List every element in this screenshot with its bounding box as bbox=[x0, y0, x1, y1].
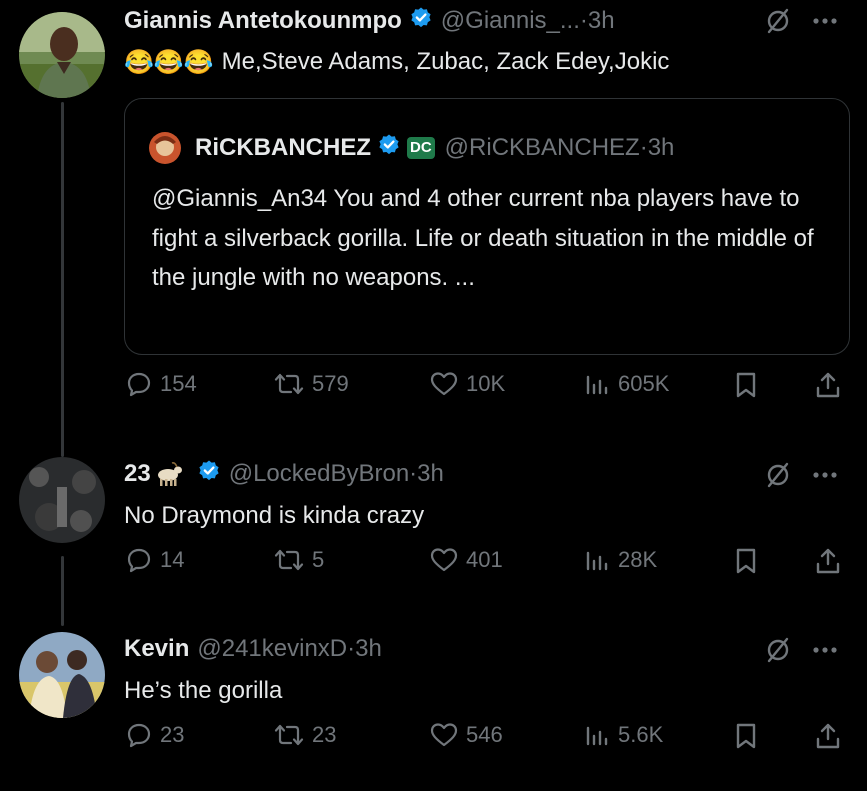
like-action[interactable]: 10K bbox=[430, 371, 505, 397]
post-text-line: 😂😂😂 Me,Steve Adams, Zubac, Zack Edey,Jok… bbox=[124, 45, 669, 79]
avatar[interactable] bbox=[19, 457, 105, 543]
affiliate-badge: DC bbox=[407, 137, 435, 159]
quote-avatar[interactable] bbox=[149, 132, 181, 164]
like-count: 10K bbox=[466, 371, 506, 396]
bookmark-icon bbox=[734, 371, 758, 399]
comment-icon bbox=[126, 547, 152, 573]
analytics-icon bbox=[584, 371, 610, 397]
repost-icon bbox=[274, 722, 304, 748]
slashed-circle-icon[interactable] bbox=[764, 461, 792, 489]
share-icon bbox=[814, 722, 842, 750]
quote-handle[interactable]: @RiCKBANCHEZ bbox=[445, 134, 640, 162]
quoted-post[interactable]: RiCKBANCHEZ DC @RiCKBANCHEZ ·3h @Giannis… bbox=[124, 98, 850, 355]
author-name[interactable]: Kevin bbox=[124, 635, 189, 663]
reply-count: 154 bbox=[160, 371, 197, 396]
views-action[interactable]: 605K bbox=[584, 371, 669, 397]
reply-text: No Draymond is kinda crazy bbox=[124, 502, 425, 529]
author-name[interactable]: 23 bbox=[124, 460, 151, 488]
slashed-circle-icon[interactable] bbox=[764, 636, 792, 664]
slashed-circle-icon[interactable] bbox=[764, 7, 792, 35]
heart-icon bbox=[430, 547, 458, 573]
thread-line bbox=[61, 102, 64, 457]
verified-badge-icon bbox=[377, 133, 401, 164]
comment-icon bbox=[126, 722, 152, 748]
thread-line bbox=[61, 556, 64, 626]
heart-icon bbox=[430, 371, 458, 397]
repost-count: 5 bbox=[312, 547, 325, 572]
more-icon[interactable] bbox=[812, 17, 838, 25]
author-handle[interactable]: @Giannis_... bbox=[441, 7, 580, 35]
reply-action[interactable]: 14 bbox=[126, 547, 184, 573]
emoji-text: 😂😂😂 bbox=[124, 48, 214, 76]
avatar[interactable] bbox=[19, 12, 105, 98]
repost-action[interactable]: 23 bbox=[274, 722, 336, 748]
author-handle[interactable]: @LockedByBron bbox=[229, 460, 409, 488]
repost-count: 23 bbox=[312, 722, 337, 747]
quote-header: RiCKBANCHEZ DC @RiCKBANCHEZ ·3h bbox=[195, 130, 674, 166]
post-actions: 14 5 401 28K bbox=[124, 547, 846, 587]
share-action[interactable] bbox=[814, 547, 842, 575]
like-action[interactable]: 546 bbox=[430, 722, 503, 748]
author-handle[interactable]: @241kevinxD bbox=[197, 635, 347, 663]
avatar[interactable] bbox=[19, 632, 105, 718]
share-icon bbox=[814, 547, 842, 575]
post-actions: 154 579 10K 605K bbox=[124, 371, 846, 411]
reply-header: Kevin @241kevinxD ·3h bbox=[124, 632, 382, 666]
share-action[interactable] bbox=[814, 371, 842, 399]
views-action[interactable]: 28K bbox=[584, 547, 657, 573]
reply-count: 23 bbox=[160, 722, 185, 747]
heart-icon bbox=[430, 722, 458, 748]
reply-header: 23 @LockedByBron ·3h bbox=[124, 457, 444, 491]
reply-text: He’s the gorilla bbox=[124, 677, 283, 704]
post-header: Giannis Antetokounmpo @Giannis_... ·3h bbox=[124, 5, 615, 37]
more-icon[interactable] bbox=[812, 646, 838, 654]
views-count: 605K bbox=[618, 371, 670, 396]
post-time[interactable]: ·3h bbox=[409, 460, 444, 488]
analytics-icon bbox=[584, 547, 610, 573]
repost-action[interactable]: 579 bbox=[274, 371, 349, 397]
post-text: Me,Steve Adams, Zubac, Zack Edey,Jokic bbox=[221, 48, 670, 75]
more-icon[interactable] bbox=[812, 471, 838, 479]
like-action[interactable]: 401 bbox=[430, 547, 503, 573]
post-actions: 23 23 546 5.6K bbox=[124, 722, 846, 762]
views-count: 5.6K bbox=[618, 722, 664, 747]
share-icon bbox=[814, 371, 842, 399]
reply-count: 14 bbox=[160, 547, 185, 572]
post-time[interactable]: ·3h bbox=[580, 7, 615, 35]
repost-action[interactable]: 5 bbox=[274, 547, 324, 573]
comment-icon bbox=[126, 371, 152, 397]
views-count: 28K bbox=[618, 547, 658, 572]
verified-badge-icon bbox=[197, 459, 221, 490]
bookmark-action[interactable] bbox=[734, 722, 758, 750]
repost-icon bbox=[274, 371, 304, 397]
reply-action[interactable]: 154 bbox=[126, 371, 197, 397]
repost-count: 579 bbox=[312, 371, 349, 396]
views-action[interactable]: 5.6K bbox=[584, 722, 663, 748]
bookmark-action[interactable] bbox=[734, 547, 758, 575]
goat-emoji-icon bbox=[153, 461, 183, 487]
quote-time[interactable]: ·3h bbox=[640, 134, 675, 162]
like-count: 546 bbox=[466, 722, 503, 747]
quote-author-name[interactable]: RiCKBANCHEZ bbox=[195, 134, 371, 162]
bookmark-icon bbox=[734, 547, 758, 575]
repost-icon bbox=[274, 547, 304, 573]
like-count: 401 bbox=[466, 547, 503, 572]
bookmark-action[interactable] bbox=[734, 371, 758, 399]
analytics-icon bbox=[584, 722, 610, 748]
share-action[interactable] bbox=[814, 722, 842, 750]
bookmark-icon bbox=[734, 722, 758, 750]
verified-badge-icon bbox=[409, 6, 433, 37]
author-name[interactable]: Giannis Antetokounmpo bbox=[124, 7, 402, 35]
reply-action[interactable]: 23 bbox=[126, 722, 184, 748]
quote-text: @Giannis_An34 You and 4 other current nb… bbox=[152, 185, 814, 291]
post-time[interactable]: ·3h bbox=[347, 635, 382, 663]
